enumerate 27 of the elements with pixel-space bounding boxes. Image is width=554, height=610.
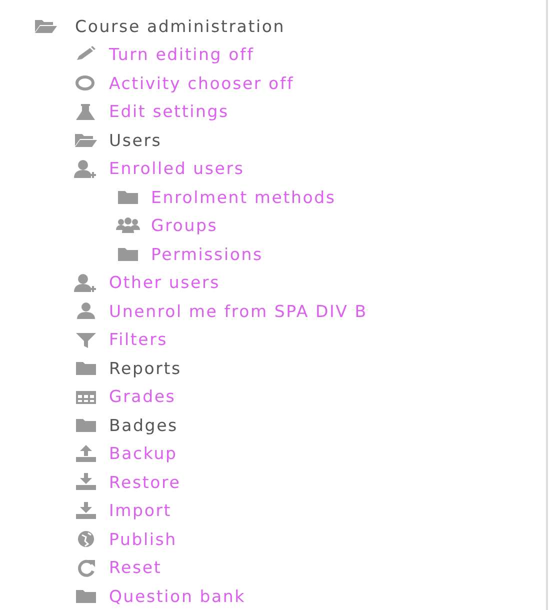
tree-node-label[interactable]: Badges [109,416,178,435]
upload-icon [73,444,99,464]
nav-link[interactable]: Other users [109,273,220,292]
nav-link[interactable]: Reset [109,558,162,578]
nav-link[interactable]: Permissions [151,244,263,264]
tree-node-label[interactable]: Reports [109,358,182,378]
nav-link[interactable]: Activity chooser off [109,74,294,93]
add-user-icon [73,272,99,293]
nav-link[interactable]: Backup [109,444,178,464]
nav-link[interactable]: Publish [109,530,177,549]
nav-link[interactable]: Question bank [109,586,246,606]
nav-link[interactable]: Enrolment methods [151,188,336,207]
nav-link[interactable]: Unenrol me from SPA DIV B [109,302,368,321]
download-icon [73,472,99,492]
tree-node-label[interactable]: Users [109,130,162,150]
nav-link[interactable]: Import [109,501,172,520]
nav-link[interactable]: Groups [151,216,218,236]
nav-link[interactable]: Restore [109,472,181,492]
download-icon [73,500,99,521]
tree-node-label[interactable]: Course administration [75,16,286,36]
nav-link[interactable]: Turn editing off [109,45,254,64]
nav-link[interactable]: Enrolled users [109,159,244,178]
nav-link[interactable]: Filters [109,330,168,350]
nav-link[interactable]: Grades [109,387,176,406]
add-user-icon [73,158,99,179]
nav-link[interactable]: Edit settings [109,102,229,122]
users-icon [115,216,141,236]
